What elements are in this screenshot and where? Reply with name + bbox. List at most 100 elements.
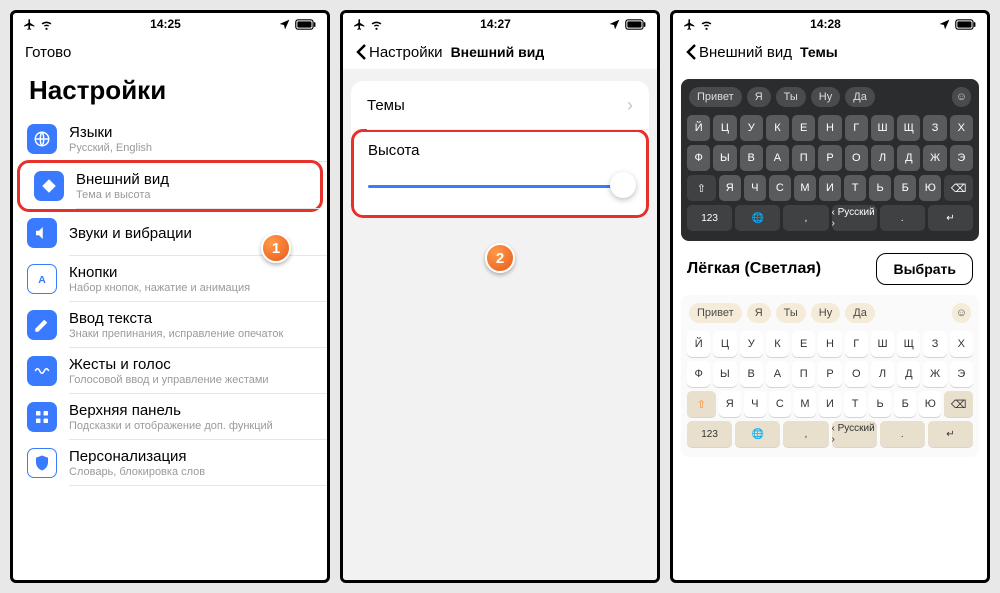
key-Х[interactable]: Х [950, 115, 973, 141]
key-Л[interactable]: Л [871, 361, 894, 387]
key-123[interactable]: 123 [687, 205, 732, 231]
key-return[interactable]: ↵ [928, 421, 973, 447]
key-С[interactable]: С [769, 175, 791, 201]
row-text-input[interactable]: Ввод текстаЗнаки препинания, исправление… [13, 302, 327, 348]
key-Ю[interactable]: Ю [919, 175, 941, 201]
key-Ь[interactable]: Ь [869, 175, 891, 201]
slider-thumb[interactable] [610, 172, 636, 198]
key-Й[interactable]: Й [687, 331, 710, 357]
key-В[interactable]: В [740, 145, 763, 171]
done-button[interactable]: Готово [25, 44, 71, 61]
key-Ч[interactable]: Ч [744, 175, 766, 201]
key-З[interactable]: З [923, 115, 946, 141]
key-space[interactable]: ‹ Русский › [832, 205, 877, 231]
key-А[interactable]: А [766, 145, 789, 171]
key-Д[interactable]: Д [897, 145, 920, 171]
key-shift[interactable]: ⇧ [687, 391, 716, 417]
key-Ь[interactable]: Ь [869, 391, 891, 417]
key-Д[interactable]: Д [897, 361, 920, 387]
key-Ч[interactable]: Ч [744, 391, 766, 417]
key-Б[interactable]: Б [894, 175, 916, 201]
suggestion[interactable]: Ты [776, 87, 806, 107]
key-Н[interactable]: Н [818, 331, 841, 357]
key-dot[interactable]: . [880, 205, 925, 231]
key-Ш[interactable]: Ш [871, 331, 894, 357]
key-К[interactable]: К [766, 115, 789, 141]
suggestion[interactable]: Ты [776, 303, 806, 323]
key-Т[interactable]: Т [844, 391, 866, 417]
key-Щ[interactable]: Щ [897, 331, 920, 357]
key-Х[interactable]: Х [950, 331, 973, 357]
row-personalization[interactable]: ПерсонализацияСловарь, блокировка слов [13, 440, 327, 486]
key-Р[interactable]: Р [818, 145, 841, 171]
key-Э[interactable]: Э [950, 361, 973, 387]
select-button[interactable]: Выбрать [876, 253, 973, 285]
suggestion[interactable]: Ну [811, 87, 840, 107]
key-Я[interactable]: Я [719, 391, 741, 417]
key-Ц[interactable]: Ц [713, 331, 736, 357]
back-button[interactable]: Внешний вид [685, 43, 792, 61]
key-П[interactable]: П [792, 361, 815, 387]
height-slider[interactable] [368, 173, 632, 197]
key-И[interactable]: И [819, 175, 841, 201]
key-return[interactable]: ↵ [928, 205, 973, 231]
key-comma[interactable]: , [783, 421, 828, 447]
key-Ц[interactable]: Ц [713, 115, 736, 141]
key-А[interactable]: А [766, 361, 789, 387]
key-Я[interactable]: Я [719, 175, 741, 201]
key-Й[interactable]: Й [687, 115, 710, 141]
key-Э[interactable]: Э [950, 145, 973, 171]
key-Ж[interactable]: Ж [923, 361, 946, 387]
key-Л[interactable]: Л [871, 145, 894, 171]
key-Т[interactable]: Т [844, 175, 866, 201]
key-dot[interactable]: . [880, 421, 925, 447]
key-shift[interactable]: ⇧ [687, 175, 716, 201]
key-М[interactable]: М [794, 391, 816, 417]
key-Ы[interactable]: Ы [713, 145, 736, 171]
key-К[interactable]: К [766, 331, 789, 357]
suggestion[interactable]: Привет [689, 87, 742, 107]
suggestion[interactable]: Ну [811, 303, 840, 323]
key-Ф[interactable]: Ф [687, 145, 710, 171]
key-Р[interactable]: Р [818, 361, 841, 387]
row-appearance[interactable]: Внешний видТема и высота [17, 160, 323, 212]
key-С[interactable]: С [769, 391, 791, 417]
key-comma[interactable]: , [783, 205, 828, 231]
key-Г[interactable]: Г [845, 331, 868, 357]
key-Ы[interactable]: Ы [713, 361, 736, 387]
key-М[interactable]: М [794, 175, 816, 201]
key-globe[interactable]: 🌐 [735, 421, 780, 447]
key-Б[interactable]: Б [894, 391, 916, 417]
key-Г[interactable]: Г [845, 115, 868, 141]
suggestion[interactable]: Я [747, 87, 771, 107]
key-backspace[interactable]: ⌫ [944, 391, 973, 417]
key-globe[interactable]: 🌐 [735, 205, 780, 231]
row-themes[interactable]: Темы › [351, 81, 649, 130]
suggestion[interactable]: Привет [689, 303, 742, 323]
row-languages[interactable]: ЯзыкиРусский, English [13, 116, 327, 162]
key-space[interactable]: ‹ Русский › [832, 421, 877, 447]
emoji-icon[interactable]: ☺ [952, 87, 971, 107]
key-У[interactable]: У [740, 115, 763, 141]
suggestion[interactable]: Да [845, 303, 875, 323]
key-З[interactable]: З [923, 331, 946, 357]
key-Ф[interactable]: Ф [687, 361, 710, 387]
back-button[interactable]: Настройки [355, 43, 443, 61]
suggestion[interactable]: Да [845, 87, 875, 107]
row-top-panel[interactable]: Верхняя панельПодсказки и отображение до… [13, 394, 327, 440]
key-backspace[interactable]: ⌫ [944, 175, 973, 201]
key-123[interactable]: 123 [687, 421, 732, 447]
key-Ю[interactable]: Ю [919, 391, 941, 417]
row-gestures[interactable]: Жесты и голосГолосовой ввод и управление… [13, 348, 327, 394]
key-Н[interactable]: Н [818, 115, 841, 141]
key-Ш[interactable]: Ш [871, 115, 894, 141]
key-В[interactable]: В [740, 361, 763, 387]
key-Е[interactable]: Е [792, 115, 815, 141]
key-У[interactable]: У [740, 331, 763, 357]
key-Е[interactable]: Е [792, 331, 815, 357]
key-И[interactable]: И [819, 391, 841, 417]
key-Ж[interactable]: Ж [923, 145, 946, 171]
key-Щ[interactable]: Щ [897, 115, 920, 141]
suggestion[interactable]: Я [747, 303, 771, 323]
key-П[interactable]: П [792, 145, 815, 171]
